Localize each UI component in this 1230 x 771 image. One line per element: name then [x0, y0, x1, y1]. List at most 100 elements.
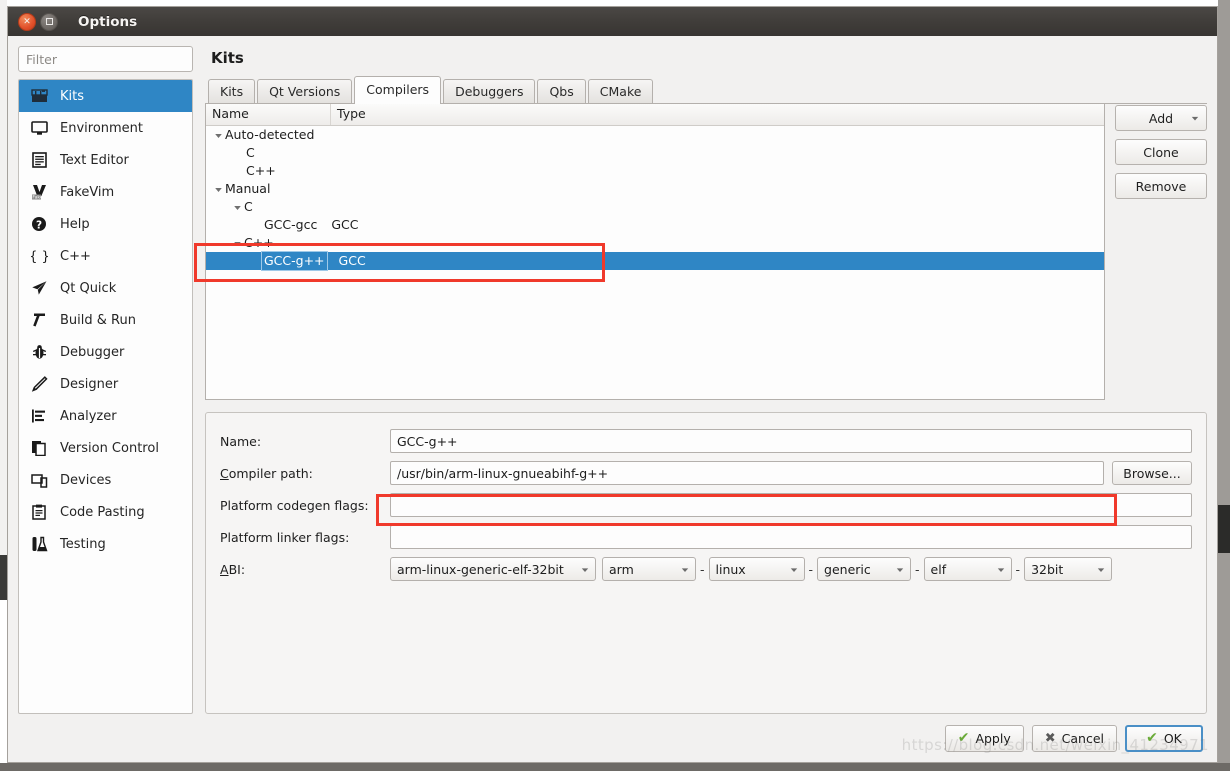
sidebar-item-label: Analyzer [60, 408, 117, 424]
sidebar-item-label: Help [60, 216, 90, 232]
chevron-down-icon[interactable] [1191, 111, 1199, 126]
platform-linker-flags-input[interactable] [390, 525, 1192, 549]
content-pane: Kits Kits Qt Versions Compilers Debugger… [205, 46, 1207, 714]
sidebar-item-debugger[interactable]: Debugger [19, 336, 192, 368]
name-label: Name: [220, 433, 262, 449]
platform-codegen-flags-input[interactable] [390, 493, 1192, 517]
sidebar-item-version-control[interactable]: Version Control [19, 432, 192, 464]
add-button-label: Add [1148, 110, 1174, 126]
column-header-type[interactable]: Type [331, 104, 1104, 125]
compiler-path-input[interactable] [390, 461, 1104, 485]
sidebar-item-testing[interactable]: Testing [19, 528, 192, 560]
chevron-down-icon[interactable] [890, 562, 904, 577]
abi-full-combo[interactable]: arm-linux-generic-elf-32bit [390, 557, 596, 581]
chevron-down-icon[interactable] [212, 131, 225, 140]
chevron-down-icon[interactable] [231, 203, 244, 212]
chevron-down-icon[interactable] [675, 562, 689, 577]
compiler-path-label-text: ompiler path: [228, 465, 313, 481]
name-input[interactable] [390, 429, 1192, 453]
sidebar-item-environment[interactable]: Environment [19, 112, 192, 144]
abi-full-value: arm-linux-generic-elf-32bit [397, 561, 564, 577]
cancel-button[interactable]: ✖ Cancel [1031, 724, 1117, 752]
tree-node-type: GCC [331, 217, 359, 232]
abi-binary-format-combo[interactable]: elf [923, 557, 1012, 581]
table-row[interactable]: GCC-g++ GCC [206, 251, 1104, 271]
abi-row: ABI: arm-linux-generic-elf-32bit arm - l… [220, 557, 1192, 581]
sidebar-item-fakevim[interactable]: Fake FakeVim [19, 176, 192, 208]
page-title: Kits [211, 49, 244, 67]
apply-button-label: Apply [975, 730, 1011, 746]
name-row: Name: [220, 429, 1192, 453]
abi-os-combo[interactable]: linux [708, 557, 805, 581]
filter-input[interactable] [18, 46, 193, 72]
bar-list-icon [29, 406, 49, 426]
sidebar-item-label: FakeVim [60, 184, 115, 200]
remove-button-label: Remove [1135, 178, 1187, 194]
sidebar-item-analyzer[interactable]: Analyzer [19, 400, 192, 432]
sidebar-item-label: Environment [60, 120, 144, 136]
clone-button[interactable]: Clone [1115, 139, 1207, 165]
sidebar-item-kits[interactable]: Kits [19, 80, 192, 112]
compilers-tree-area: Name Type Auto-detected C C++ Manual C G… [205, 104, 1207, 400]
tab-compilers[interactable]: Compilers [354, 76, 442, 104]
sidebar-item-build-and-run[interactable]: Build & Run [19, 304, 192, 336]
sidebar-item-designer[interactable]: Designer [19, 368, 192, 400]
apply-button[interactable]: ✔ Apply [944, 724, 1024, 752]
table-row[interactable]: Manual [206, 180, 1104, 198]
pencil-icon [29, 374, 49, 394]
sidebar-item-code-pasting[interactable]: Code Pasting [19, 496, 192, 528]
sidebar-item-help[interactable]: ? Help [19, 208, 192, 240]
tree-node-label: GCC-g++ [261, 251, 328, 271]
browse-button[interactable]: Browse... [1112, 461, 1192, 485]
add-button[interactable]: Add [1115, 105, 1207, 131]
maximize-icon[interactable] [40, 12, 58, 31]
tree-node-label: C [246, 145, 255, 160]
background-window-right [1218, 505, 1230, 553]
abi-word-width-combo[interactable]: 32bit [1024, 557, 1113, 581]
abi-architecture-combo[interactable]: arm [602, 557, 696, 581]
text-document-icon [29, 150, 49, 170]
desktop-bottom-strip [0, 763, 1230, 771]
chevron-down-icon[interactable] [784, 562, 798, 577]
tree-action-buttons: Add Clone Remove [1115, 104, 1207, 400]
remove-button[interactable]: Remove [1115, 173, 1207, 199]
table-row[interactable]: C++ [206, 234, 1104, 252]
dialog-main-split: Kits Environment [8, 36, 1217, 714]
compiler-path-label-mnemonic: C [220, 465, 229, 481]
table-row[interactable]: C++ [206, 162, 1104, 180]
close-icon[interactable]: ✕ [18, 12, 36, 31]
sidebar-item-devices[interactable]: Devices [19, 464, 192, 496]
category-list[interactable]: Kits Environment Text Editor Fake FakeVi… [18, 79, 193, 714]
sidebar-item-qt-quick[interactable]: Qt Quick [19, 272, 192, 304]
sidebar-item-text-editor[interactable]: Text Editor [19, 144, 192, 176]
table-row[interactable]: C [206, 144, 1104, 162]
tab-cmake[interactable]: CMake [587, 79, 654, 103]
column-header-name[interactable]: Name [206, 104, 331, 125]
chevron-down-icon[interactable] [991, 562, 1005, 577]
browse-button-label: Browse... [1123, 465, 1181, 481]
copy-files-icon [29, 438, 49, 458]
tab-kits[interactable]: Kits [208, 79, 256, 103]
abi-os-value: linux [715, 561, 746, 577]
table-row[interactable]: GCC-gcc GCC [206, 216, 1104, 234]
bug-icon [29, 342, 49, 362]
tab-qbs[interactable]: Qbs [537, 79, 586, 103]
ok-button[interactable]: ✔ OK [1125, 724, 1203, 752]
compilers-tree[interactable]: Name Type Auto-detected C C++ Manual C G… [205, 104, 1105, 400]
clone-button-label: Clone [1143, 144, 1179, 160]
table-row[interactable]: Auto-detected [206, 126, 1104, 144]
sidebar-item-label: Debugger [60, 344, 125, 360]
braces-icon: { } [29, 246, 49, 266]
sidebar-item-cpp[interactable]: { } C++ [19, 240, 192, 272]
chevron-down-icon[interactable] [212, 185, 225, 194]
sidebar-item-label: Version Control [60, 440, 159, 456]
chevron-down-icon[interactable] [1091, 562, 1105, 577]
chevron-down-icon[interactable] [231, 239, 244, 248]
tab-qt-versions[interactable]: Qt Versions [257, 79, 353, 103]
table-row[interactable]: C [206, 198, 1104, 216]
abi-os-flavor-combo[interactable]: generic [817, 557, 912, 581]
x-icon: ✖ [1044, 730, 1056, 746]
chevron-down-icon[interactable] [575, 562, 589, 577]
check-icon: ✔ [1146, 730, 1158, 746]
tab-debuggers[interactable]: Debuggers [443, 79, 536, 103]
